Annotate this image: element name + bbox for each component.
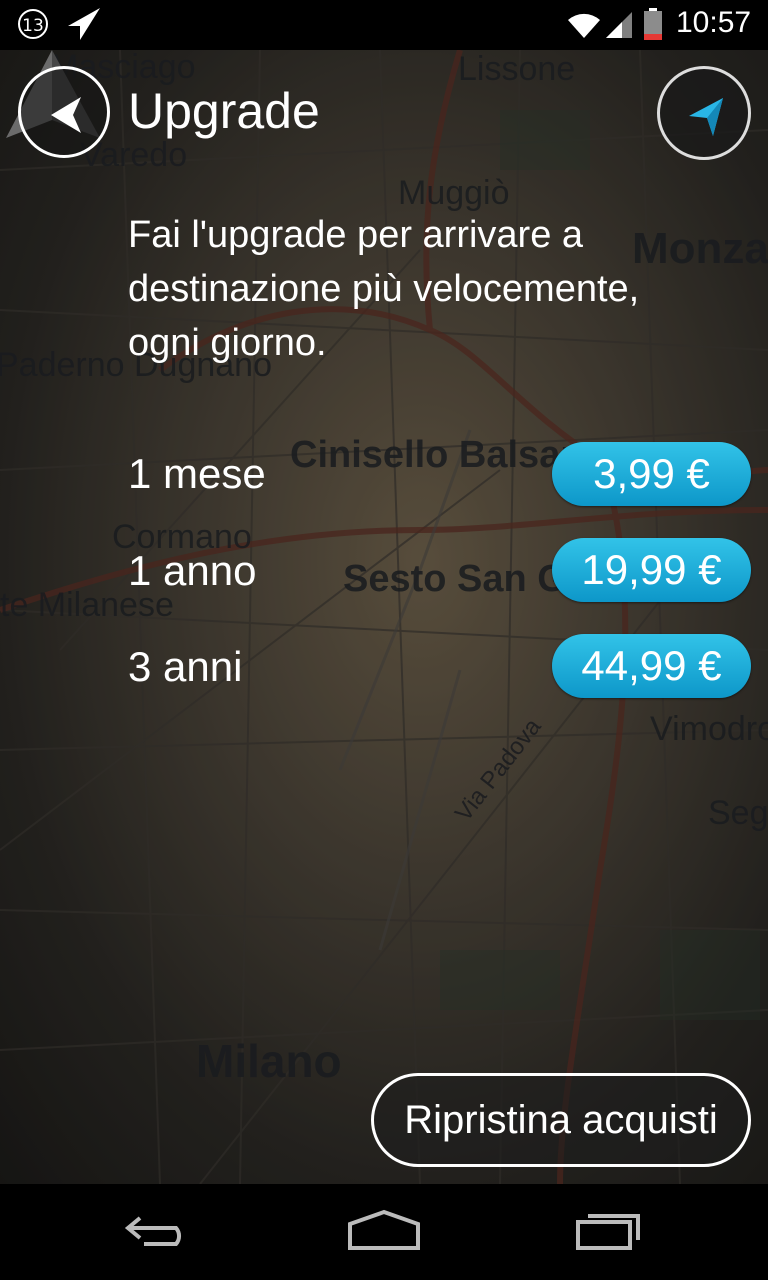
current-location-button[interactable] xyxy=(657,66,751,160)
battery-icon xyxy=(644,8,662,40)
system-nav-bar xyxy=(0,1184,768,1280)
price-button-1-mese[interactable]: 3,99 € xyxy=(552,442,751,506)
price-button-3-anni[interactable]: 44,99 € xyxy=(552,634,751,698)
home-icon[interactable] xyxy=(344,1208,424,1252)
back-icon[interactable] xyxy=(124,1210,196,1250)
status-bar: 13 10:57 xyxy=(0,0,768,50)
current-location-arrow-icon xyxy=(689,98,723,136)
recents-icon[interactable] xyxy=(574,1208,644,1252)
back-arrow-icon xyxy=(51,97,81,133)
status-time: 10:57 xyxy=(676,6,752,39)
signal-icon xyxy=(606,12,632,38)
plan-label-1-anno: 1 anno xyxy=(128,547,257,594)
plan-label-1-mese: 1 mese xyxy=(128,450,266,497)
restore-purchases-button[interactable]: Ripristina acquisti xyxy=(371,1073,751,1167)
back-button[interactable] xyxy=(18,66,110,158)
plan-label-3-anni: 3 anni xyxy=(128,643,243,690)
notification-count-icon: 13 xyxy=(18,9,48,39)
wifi-icon xyxy=(568,13,600,38)
navigation-arrow-icon xyxy=(68,8,100,40)
upgrade-description: Fai l'upgrade per arrivare a destinazion… xyxy=(128,214,640,364)
page-title: Upgrade xyxy=(128,83,320,139)
price-button-1-anno[interactable]: 19,99 € xyxy=(552,538,751,602)
